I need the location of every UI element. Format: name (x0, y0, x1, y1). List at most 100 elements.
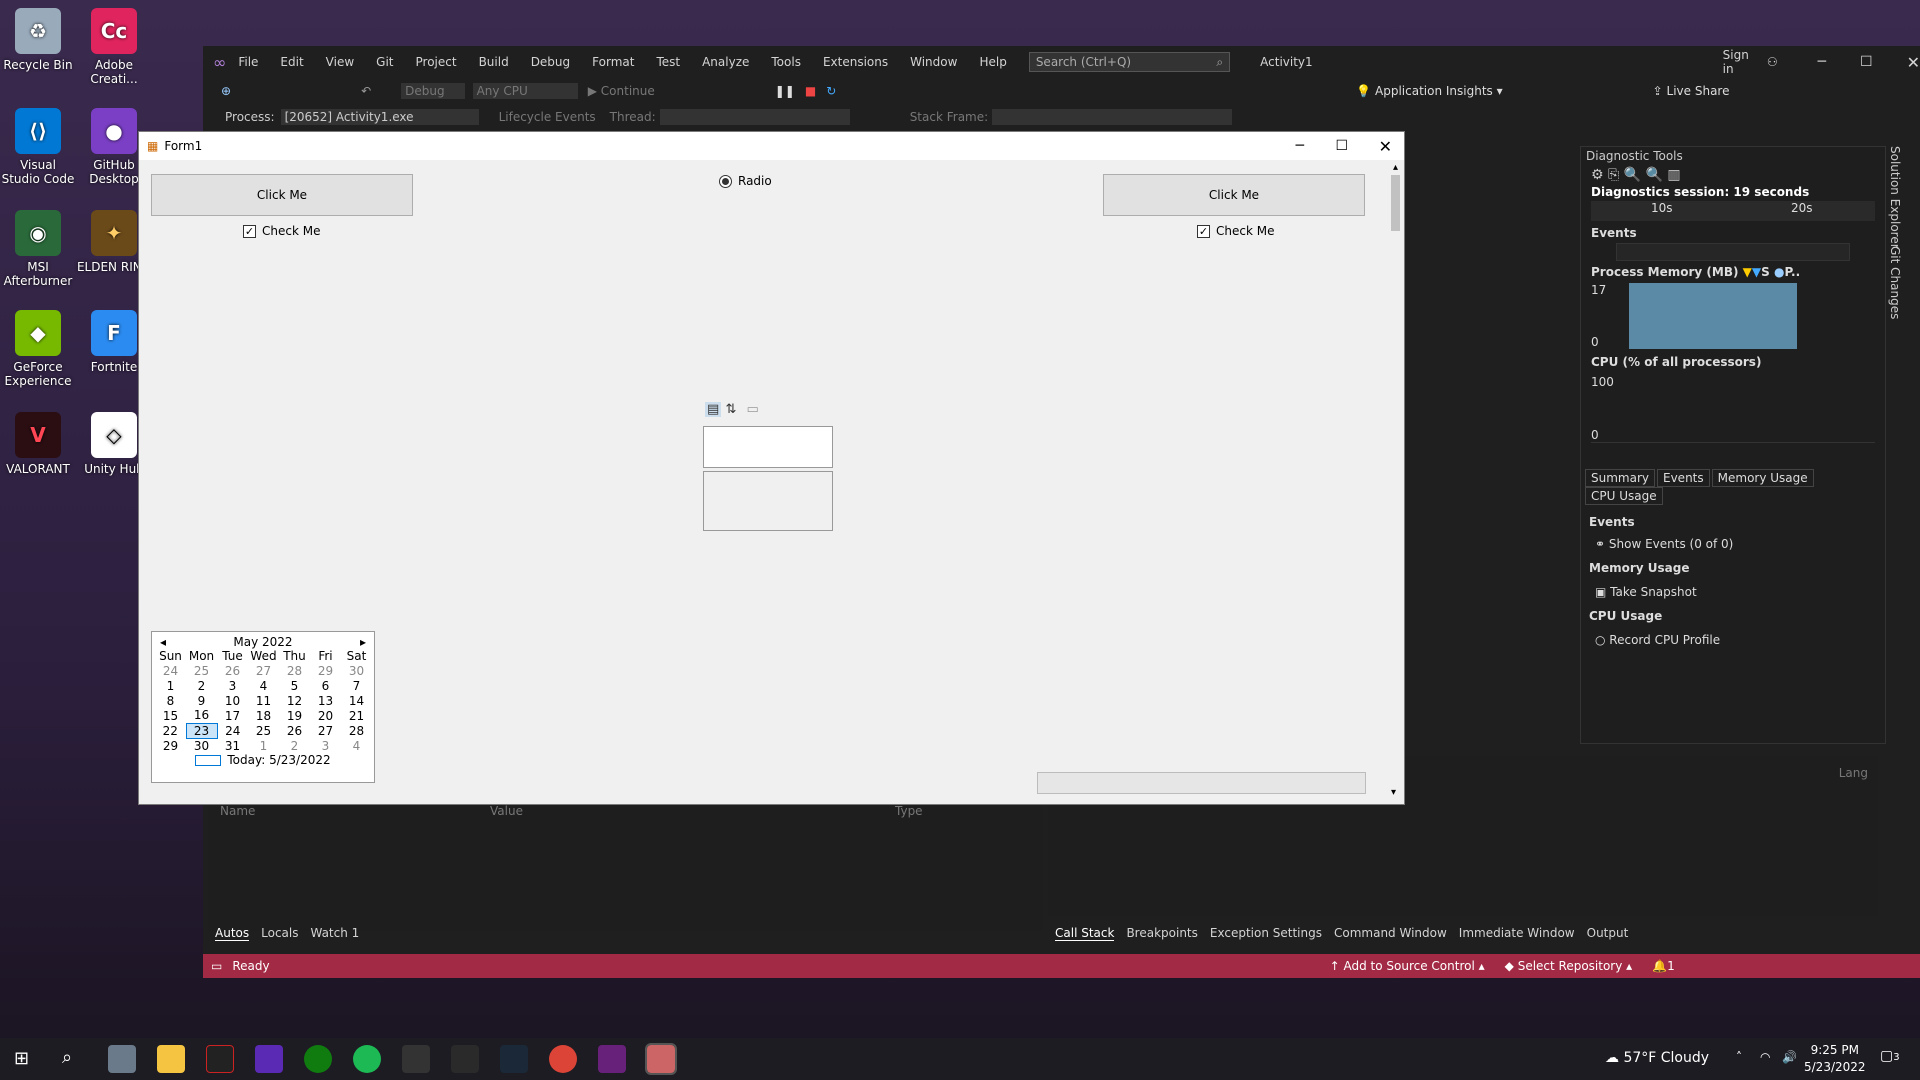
calendar-day[interactable]: 24 (217, 723, 248, 738)
pause-icon[interactable]: ❚❚ (775, 84, 795, 98)
tab-call-stack[interactable]: Call Stack (1055, 926, 1115, 941)
chrome-icon[interactable] (549, 1045, 577, 1073)
click-me-button-right[interactable]: Click Me (1103, 174, 1365, 216)
calendar-day[interactable]: 9 (186, 693, 217, 708)
menu-edit[interactable]: Edit (280, 55, 303, 69)
property-grid-list[interactable] (703, 426, 833, 468)
calendar-day[interactable]: 17 (217, 708, 248, 723)
month-calendar[interactable]: ◂ May 2022 ▸ Sun Mon Tue Wed Thu Fri Sat 24 25 2… (151, 631, 375, 783)
menu-window[interactable]: Window (910, 55, 957, 69)
side-tab-solution-explorer[interactable]: Solution Explorer (1888, 146, 1902, 249)
menu-analyze[interactable]: Analyze (702, 55, 749, 69)
next-month-icon[interactable]: ▸ (360, 635, 366, 649)
folder-icon[interactable] (157, 1045, 185, 1073)
calendar-day[interactable]: 12 (279, 693, 310, 708)
tab-breakpoints[interactable]: Breakpoints (1126, 926, 1197, 941)
memory-header[interactable]: Process Memory (MB) ▼▼S ●P.. (1581, 261, 1885, 283)
live-share-button[interactable]: ⇪ Live Share (1653, 84, 1730, 98)
form-maximize-button[interactable]: ☐ (1335, 138, 1348, 154)
desktop-icon-vscode[interactable]: ⟨⟩ Visual Studio Code (0, 108, 76, 186)
property-pages-icon[interactable]: ▭ (746, 402, 758, 417)
lifecycle-dropdown[interactable]: Lifecycle Events (499, 110, 596, 124)
cpu-header[interactable]: CPU (% of all processors) (1581, 349, 1885, 375)
desktop-icon-valorant[interactable]: V VALORANT (0, 412, 76, 476)
take-snapshot-button[interactable]: ▣ Take Snapshot (1581, 581, 1885, 603)
calendar-day[interactable]: 8 (155, 693, 186, 708)
tab-locals[interactable]: Locals (261, 926, 298, 941)
minimize-button[interactable]: ─ (1818, 54, 1826, 70)
show-events-link[interactable]: ⚭ Show Events (0 of 0) (1581, 533, 1885, 555)
scroll-up-icon[interactable]: ▴ (1387, 162, 1404, 173)
notifications-icon[interactable]: 🔔1 (1652, 959, 1675, 973)
stop-icon[interactable]: ■ (805, 84, 816, 98)
desktop-icon-geforce[interactable]: ◆ GeForce Experience (0, 310, 76, 388)
visual-studio-taskbar-icon[interactable] (598, 1045, 626, 1073)
calendar-day[interactable]: 4 (248, 678, 279, 693)
start-icon[interactable]: ⊞ (14, 1048, 29, 1069)
check-me-right[interactable]: ✓ Check Me (1197, 224, 1274, 238)
calendar-day[interactable]: 15 (155, 708, 186, 723)
calendar-day[interactable]: 29 (155, 738, 186, 753)
maximize-button[interactable]: ☐ (1860, 54, 1873, 70)
tab-events[interactable]: Events (1657, 469, 1710, 487)
check-me-left[interactable]: ✓ Check Me (243, 224, 320, 238)
tray-chevron-icon[interactable]: ˄ (1736, 1050, 1742, 1064)
menu-format[interactable]: Format (592, 55, 634, 69)
tab-watch1[interactable]: Watch 1 (310, 926, 359, 941)
form-minimize-button[interactable]: ─ (1296, 138, 1304, 154)
calendar-day[interactable]: 22 (155, 723, 186, 738)
menu-tools[interactable]: Tools (771, 55, 801, 69)
calendar-day[interactable]: 25 (248, 723, 279, 738)
calendar-day[interactable]: 2 (279, 738, 310, 753)
calendar-today[interactable]: Today: 5/23/2022 (152, 753, 374, 767)
calendar-day[interactable]: 24 (155, 663, 186, 678)
menu-view[interactable]: View (326, 55, 354, 69)
calendar-day[interactable]: 14 (341, 693, 372, 708)
vertical-scrollbar[interactable]: ▴ ▾ (1387, 162, 1404, 802)
spotify-icon[interactable] (353, 1045, 381, 1073)
process-dropdown[interactable]: [20652] Activity1.exe (280, 109, 479, 125)
menu-git[interactable]: Git (376, 55, 393, 69)
click-me-button-left[interactable]: Click Me (151, 174, 413, 216)
calendar-day[interactable]: 2 (186, 678, 217, 693)
tab-memory-usage[interactable]: Memory Usage (1711, 469, 1814, 487)
calendar-day[interactable]: 21 (341, 708, 372, 723)
calendar-day[interactable]: 27 (248, 663, 279, 678)
calendar-day[interactable]: 10 (217, 693, 248, 708)
undo-icon[interactable]: ↶ (361, 84, 371, 98)
diag-timeline[interactable]: 10s 20s (1591, 201, 1875, 221)
desktop-icon-adobe[interactable]: Cc Adobe Creati... (76, 8, 152, 86)
prev-month-icon[interactable]: ◂ (160, 635, 166, 649)
weather-widget[interactable]: ☁ 57°F Cloudy (1605, 1050, 1709, 1066)
add-source-control-button[interactable]: ↑ Add to Source Control ▴ (1330, 959, 1485, 973)
calendar-day[interactable]: 13 (310, 693, 341, 708)
calendar-day[interactable]: 27 (310, 723, 341, 738)
calendar-day[interactable]: 6 (310, 678, 341, 693)
calendar-day-selected[interactable]: 23 (185, 722, 218, 739)
tab-command-window[interactable]: Command Window (1334, 926, 1447, 941)
calendar-day[interactable]: 3 (217, 678, 248, 693)
thread-dropdown[interactable] (659, 109, 850, 125)
g-hub-icon[interactable] (402, 1045, 430, 1073)
network-icon[interactable]: ◠ (1760, 1050, 1770, 1064)
autos-col-value[interactable]: Value (490, 804, 895, 818)
tab-cpu-usage[interactable]: CPU Usage (1585, 487, 1663, 505)
sign-in-link[interactable]: Sign in (1723, 48, 1761, 76)
categorized-icon[interactable]: ▤ (705, 402, 722, 417)
sort-az-icon[interactable]: ⇅ (725, 402, 736, 417)
config-dropdown[interactable]: Debug (401, 83, 465, 99)
calendar-day[interactable]: 3 (310, 738, 341, 753)
jetbrains-icon[interactable] (255, 1045, 283, 1073)
side-tab-git-changes[interactable]: Git Changes (1888, 246, 1902, 319)
xbox-icon[interactable] (304, 1045, 332, 1073)
menu-project[interactable]: Project (416, 55, 457, 69)
calendar-day[interactable]: 26 (279, 723, 310, 738)
form-app-taskbar-icon[interactable] (645, 1043, 677, 1075)
calendar-month[interactable]: May 2022 (233, 635, 292, 649)
back-icon[interactable]: ⊕ (221, 84, 231, 98)
file-explorer-icon[interactable] (108, 1045, 136, 1073)
tab-summary[interactable]: Summary (1585, 469, 1655, 487)
search-taskbar-icon[interactable]: ⌕ (62, 1047, 72, 1068)
calendar-day[interactable]: 29 (310, 663, 341, 678)
autos-col-name[interactable]: Name (220, 804, 490, 818)
